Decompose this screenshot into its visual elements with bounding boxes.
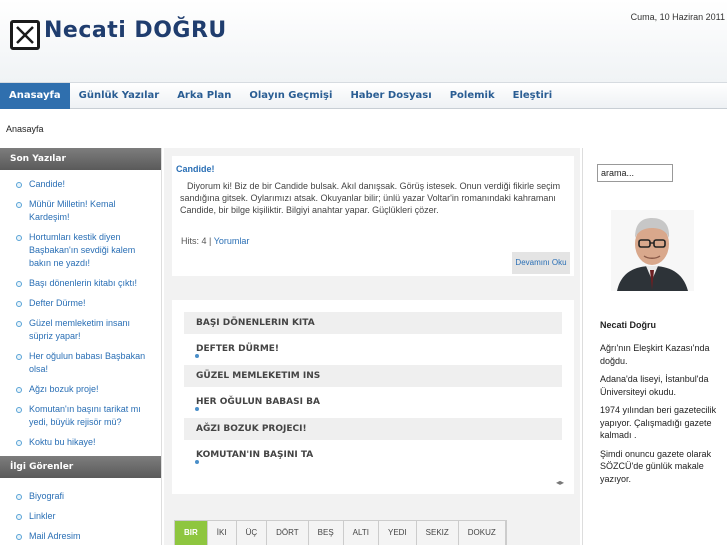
bullet-icon bbox=[16, 494, 22, 500]
popular-posts-list: Biyografi Linkler Mail Adresim bbox=[0, 478, 161, 543]
author-bio: Ağrı'nın Eleşkirt Kazası'nda doğdu. Adan… bbox=[600, 342, 718, 491]
list-item[interactable]: Koktu bu hikaye! bbox=[16, 436, 151, 449]
bullet-icon bbox=[16, 235, 22, 241]
list-item-label[interactable]: Hortumları kestik diyen Başbakan'ın sevd… bbox=[29, 232, 135, 268]
bullet-icon bbox=[195, 354, 199, 358]
left-sidebar: Son Yazılar Candide! Mühür Milletin! Kem… bbox=[0, 148, 162, 545]
article-meta: Hits: 4 | Yorumlar bbox=[181, 236, 249, 246]
nav-item-haber-dosyasi[interactable]: Haber Dosyası bbox=[341, 83, 440, 109]
list-item-label[interactable]: Defter Dürme! bbox=[29, 298, 86, 308]
list-item[interactable]: Her oğulun babası Başbakan olsa! bbox=[16, 350, 151, 376]
list-item-label[interactable]: Komutan'ın başını tarikat mı yedi, büyük… bbox=[29, 404, 141, 427]
breadcrumb: Anasayfa bbox=[6, 124, 44, 134]
article-body: Diyorum ki! Biz de bir Candide bulsak. A… bbox=[180, 181, 561, 215]
bullet-icon bbox=[16, 387, 22, 393]
pager-item[interactable]: SEKIZ bbox=[417, 521, 459, 545]
ticker-arrows-icon[interactable]: ◂▸ bbox=[556, 478, 564, 487]
article-card: Candide! Diyorum ki! Biz de bir Candide … bbox=[172, 156, 574, 276]
current-date: Cuma, 10 Haziran 2011 bbox=[630, 12, 725, 22]
article-hits: Hits: 4 | bbox=[181, 236, 212, 246]
pager-item[interactable]: YEDI bbox=[379, 521, 417, 545]
pager-item[interactable]: İKI bbox=[208, 521, 237, 545]
pager-item[interactable]: DÖRT bbox=[267, 521, 309, 545]
bullet-icon bbox=[16, 182, 22, 188]
list-item[interactable]: Komutan'ın başını tarikat mı yedi, büyük… bbox=[16, 403, 151, 429]
pager-item[interactable]: BEŞ bbox=[309, 521, 344, 545]
bullet-icon bbox=[16, 202, 22, 208]
article-title[interactable]: Candide! bbox=[176, 164, 215, 174]
nav-item-arka-plan[interactable]: Arka Plan bbox=[168, 83, 240, 109]
list-item[interactable]: Biyografi bbox=[16, 490, 151, 503]
list-item-label[interactable]: Mühür Milletin! Kemal Kardeşim! bbox=[29, 199, 116, 222]
popular-posts-title: İlgi Görenler bbox=[0, 456, 161, 478]
list-item-label[interactable]: Candide! bbox=[29, 179, 65, 189]
list-item[interactable]: Başı dönenlerin kitabı çıktı! bbox=[16, 277, 151, 290]
bio-paragraph: Ağrı'nın Eleşkirt Kazası'nda doğdu. bbox=[600, 343, 710, 366]
list-item[interactable]: Defter Dürme! bbox=[16, 297, 151, 310]
list-item[interactable]: Linkler bbox=[16, 510, 151, 523]
list-item-label[interactable]: Her oğulun babası Başbakan olsa! bbox=[29, 351, 145, 374]
ticker-item[interactable]: GÜZEL MEMLEKETIM INS bbox=[184, 365, 562, 387]
bullet-icon bbox=[16, 321, 22, 327]
list-item-label[interactable]: Güzel memleketim insanı süpriz yapar! bbox=[29, 318, 130, 341]
bio-paragraph: Şimdi onuncu gazete olarak SÖZCÜ'de günl… bbox=[600, 448, 712, 484]
pager-item[interactable]: DOKUZ bbox=[459, 521, 506, 545]
nav-item-olayin-gecmisi[interactable]: Olayın Geçmişi bbox=[240, 83, 341, 109]
recent-posts-title: Son Yazılar bbox=[0, 148, 161, 170]
bullet-icon bbox=[16, 281, 22, 287]
ticker-item[interactable]: HER OĞULUN BABASI BA bbox=[184, 391, 562, 413]
site-header: Necati DOĞRU Cuma, 10 Haziran 2011 bbox=[0, 0, 727, 82]
bullet-icon bbox=[16, 407, 22, 413]
main-content: Candide! Diyorum ki! Biz de bir Candide … bbox=[164, 148, 580, 545]
bullet-icon bbox=[16, 354, 22, 360]
logo-icon[interactable] bbox=[10, 20, 40, 50]
list-item[interactable]: Mail Adresim bbox=[16, 530, 151, 543]
list-item[interactable]: Ağzı bozuk proje! bbox=[16, 383, 151, 396]
list-item-label[interactable]: Koktu bu hikaye! bbox=[29, 437, 96, 447]
bullet-icon bbox=[16, 514, 22, 520]
nav-item-polemik[interactable]: Polemik bbox=[441, 83, 504, 109]
author-photo bbox=[611, 210, 694, 291]
main-nav: Anasayfa Günlük Yazılar Arka Plan Olayın… bbox=[0, 82, 727, 109]
comments-link[interactable]: Yorumlar bbox=[214, 236, 250, 246]
nav-item-gunluk-yazilar[interactable]: Günlük Yazılar bbox=[70, 83, 169, 109]
list-item-label[interactable]: Başı dönenlerin kitabı çıktı! bbox=[29, 278, 137, 288]
list-item-label[interactable]: Linkler bbox=[29, 511, 56, 521]
ticker-item[interactable]: BAŞI DÖNENLERIN KITA bbox=[184, 312, 562, 334]
pager-item[interactable]: ALTI bbox=[344, 521, 379, 545]
site-logo-text[interactable]: Necati DOĞRU bbox=[44, 18, 227, 43]
list-item[interactable]: Candide! bbox=[16, 178, 151, 191]
list-item-label[interactable]: Ağzı bozuk proje! bbox=[29, 384, 99, 394]
list-item[interactable]: Mühür Milletin! Kemal Kardeşim! bbox=[16, 198, 151, 224]
search-input[interactable] bbox=[597, 164, 673, 182]
bullet-icon bbox=[16, 301, 22, 307]
ticker-item[interactable]: AĞZI BOZUK PROJECI! bbox=[184, 418, 562, 440]
list-item[interactable]: Hortumları kestik diyen Başbakan'ın sevd… bbox=[16, 231, 151, 270]
nav-item-elestiri[interactable]: Eleştiri bbox=[504, 83, 562, 109]
ticker-pager: BIR İKI ÜÇ DÖRT BEŞ ALTI YEDI SEKIZ DOKU… bbox=[174, 520, 507, 545]
ticker-item[interactable]: KOMUTAN'IN BAŞINI TA bbox=[184, 444, 562, 466]
bullet-icon bbox=[16, 440, 22, 446]
nav-item-anasayfa[interactable]: Anasayfa bbox=[0, 83, 70, 109]
author-name: Necati Doğru bbox=[600, 320, 657, 330]
bullet-icon bbox=[16, 534, 22, 540]
pager-item[interactable]: ÜÇ bbox=[237, 521, 268, 545]
read-more-button[interactable]: Devamını Oku bbox=[512, 252, 570, 274]
list-item-label[interactable]: Biyografi bbox=[29, 491, 64, 501]
recent-posts-list: Candide! Mühür Milletin! Kemal Kardeşim!… bbox=[0, 170, 161, 449]
list-item[interactable]: Güzel memleketim insanı süpriz yapar! bbox=[16, 317, 151, 343]
headline-ticker: BAŞI DÖNENLERIN KITA DEFTER DÜRME! GÜZEL… bbox=[172, 300, 574, 494]
right-sidebar: Necati Doğru Ağrı'nın Eleşkirt Kazası'nd… bbox=[582, 148, 727, 545]
bio-paragraph: Adana'da liseyi, İstanbul'da Üniversitey… bbox=[600, 374, 709, 397]
pager-item[interactable]: BIR bbox=[175, 521, 208, 545]
bio-paragraph: 1974 yılından beri gazetecilik yapıyor. … bbox=[600, 405, 717, 440]
list-item-label[interactable]: Mail Adresim bbox=[29, 531, 81, 541]
bullet-icon bbox=[195, 407, 199, 411]
bullet-icon bbox=[195, 460, 199, 464]
ticker-item[interactable]: DEFTER DÜRME! bbox=[184, 338, 562, 360]
